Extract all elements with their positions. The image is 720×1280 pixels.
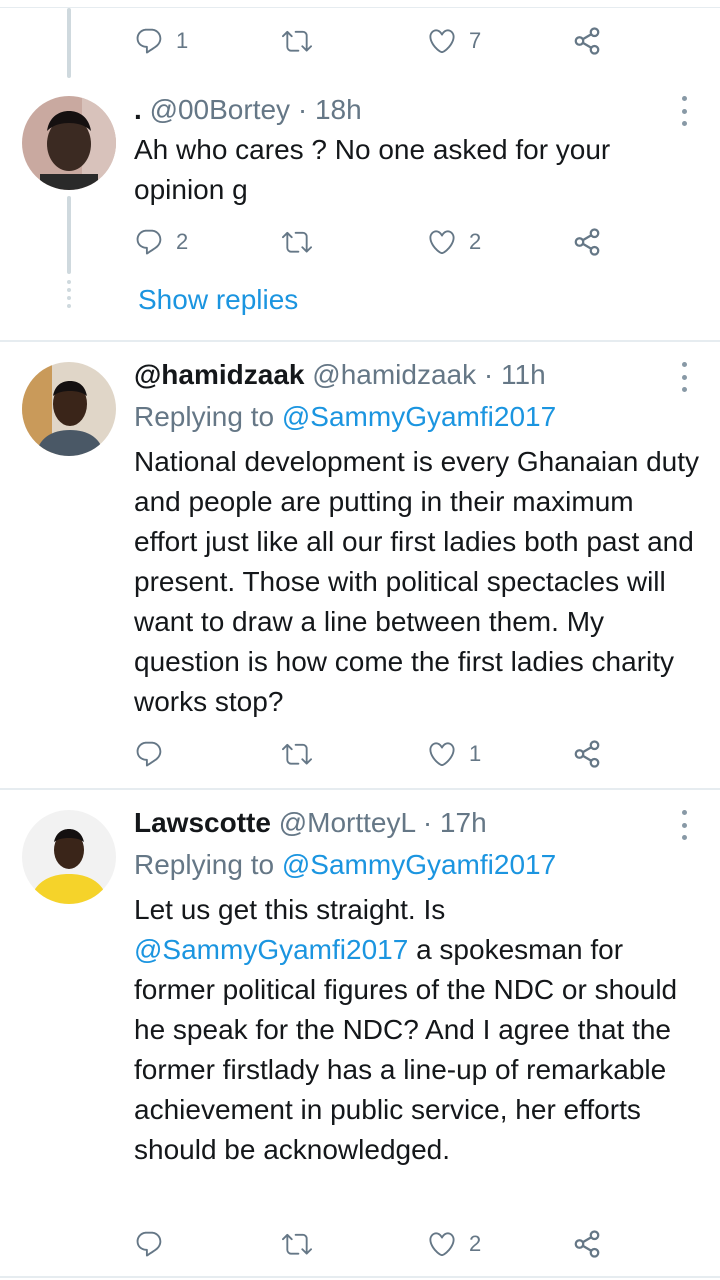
replying-prefix: Replying to [134, 849, 275, 880]
share-button[interactable] [572, 1222, 602, 1266]
tweet-text: National development is every Ghanaian d… [134, 446, 700, 717]
reply-button[interactable]: 2 [134, 220, 188, 264]
tweet-mention[interactable]: @SammyGyamfi2017 [134, 934, 408, 965]
reply-icon [134, 1229, 164, 1259]
avatar[interactable] [22, 810, 116, 904]
share-icon [572, 1229, 602, 1259]
retweet-icon [282, 1229, 312, 1259]
tweet-text-part: a spokesman for former political figures… [134, 934, 678, 1165]
display-name[interactable]: . [134, 94, 142, 125]
reply-icon [134, 739, 164, 769]
more-options-icon[interactable] [674, 96, 694, 126]
action-row: 1 [0, 732, 720, 776]
display-name[interactable]: @hamidzaak [134, 359, 304, 390]
replying-mention[interactable]: @SammyGyamfi2017 [282, 849, 556, 880]
user-handle[interactable]: @MortteyL [279, 807, 415, 838]
share-button[interactable] [572, 732, 602, 776]
user-handle[interactable]: @hamidzaak [312, 359, 476, 390]
reply-icon [134, 227, 164, 257]
retweet-icon [282, 26, 312, 56]
replying-to: Replying to @SammyGyamfi2017 [134, 399, 556, 435]
reply-count: 2 [176, 229, 189, 254]
action-row: 2 [0, 1222, 720, 1266]
thread-gap-dots [66, 280, 72, 312]
share-icon [572, 26, 602, 56]
like-count: 1 [469, 741, 482, 766]
like-button[interactable]: 2 [427, 220, 481, 264]
divider [0, 788, 720, 790]
replying-prefix: Replying to [134, 401, 275, 432]
like-count: 7 [469, 28, 482, 53]
share-button[interactable] [572, 19, 602, 63]
like-button[interactable]: 7 [427, 19, 481, 63]
retweet-button[interactable] [282, 1222, 312, 1266]
reply-button[interactable] [134, 732, 164, 776]
reply-button[interactable]: 1 [134, 19, 188, 63]
show-replies-link[interactable]: Show replies [138, 282, 298, 318]
action-row: 2 2 [0, 220, 720, 264]
retweet-button[interactable] [282, 19, 312, 63]
avatar[interactable] [22, 362, 116, 456]
replying-to: Replying to @SammyGyamfi2017 [134, 847, 556, 883]
like-button[interactable]: 1 [427, 732, 481, 776]
like-button[interactable]: 2 [427, 1222, 481, 1266]
share-icon [572, 739, 602, 769]
like-icon [427, 739, 457, 769]
reply-button[interactable] [134, 1222, 164, 1266]
tweet-header: . @00Bortey · 18h [134, 92, 362, 128]
reply-icon [134, 26, 164, 56]
retweet-button[interactable] [282, 220, 312, 264]
replying-mention[interactable]: @SammyGyamfi2017 [282, 401, 556, 432]
tweet-text-part: Let us get this straight. Is [134, 894, 446, 925]
tweet-time[interactable]: 17h [440, 807, 487, 838]
separator: · [483, 359, 494, 390]
share-icon [572, 227, 602, 257]
retweet-icon [282, 739, 312, 769]
more-options-icon[interactable] [674, 362, 694, 392]
divider [0, 1276, 720, 1278]
action-row-top: 1 7 [0, 19, 720, 63]
top-divider [0, 7, 720, 8]
avatar[interactable] [22, 96, 116, 190]
retweet-button[interactable] [282, 732, 312, 776]
tweet-time[interactable]: 18h [315, 94, 362, 125]
tweet-header: Lawscotte @MortteyL · 17h [134, 805, 487, 841]
reply-count: 1 [176, 28, 189, 53]
retweet-icon [282, 227, 312, 257]
divider [0, 340, 720, 342]
like-icon [427, 1229, 457, 1259]
like-icon [427, 227, 457, 257]
like-icon [427, 26, 457, 56]
tweet-time[interactable]: 11h [501, 359, 546, 390]
tweet-header: @hamidzaak @hamidzaak · 11h [134, 357, 546, 393]
share-button[interactable] [572, 220, 602, 264]
separator: · [422, 807, 433, 838]
more-options-icon[interactable] [674, 810, 694, 840]
like-count: 2 [469, 229, 482, 254]
tweet-text: Ah who cares ? No one asked for your opi… [134, 134, 611, 205]
separator: · [297, 94, 308, 125]
display-name[interactable]: Lawscotte [134, 807, 271, 838]
tweet-text: Let us get this straight. Is @SammyGyamfi… [134, 890, 704, 1170]
user-handle[interactable]: @00Bortey [150, 94, 291, 125]
like-count: 2 [469, 1231, 482, 1256]
